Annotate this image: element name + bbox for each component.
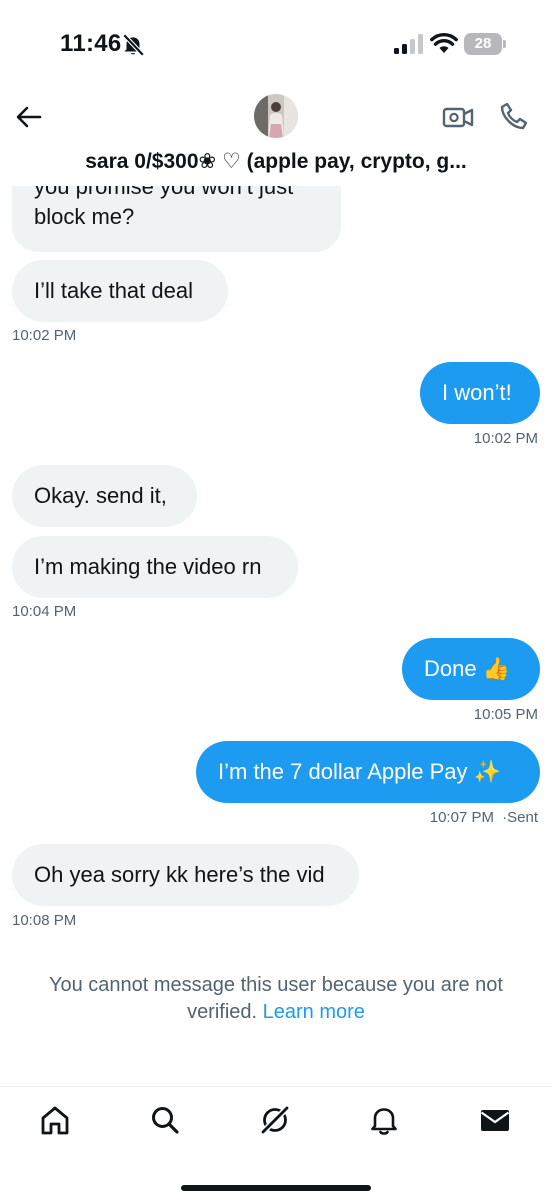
message-bubble-incoming[interactable]: I’ll take that deal: [12, 260, 228, 322]
signal-icon: [394, 34, 423, 54]
message-timestamp: 10:08 PM: [12, 912, 77, 929]
message-bubble-outgoing[interactable]: Done 👍: [402, 638, 540, 700]
message-bubble-outgoing[interactable]: I won’t!: [420, 362, 540, 424]
message-line: you promise you won’t just: [34, 186, 294, 199]
contact-name[interactable]: sara 0/$300❀ ♡ (apple pay, crypto, g...: [0, 149, 552, 174]
learn-more-link[interactable]: Learn more: [263, 1001, 365, 1023]
message-time: 10:07 PM: [429, 809, 494, 826]
message-bubble-incoming[interactable]: you promise you won’t just block me?: [12, 186, 341, 252]
wifi-icon: [430, 32, 458, 53]
search-icon[interactable]: [148, 1103, 182, 1137]
message-status: ·Sent: [502, 809, 538, 826]
message-timestamp: 10:02 PM: [12, 327, 77, 344]
messages-icon[interactable]: [478, 1103, 512, 1137]
grok-icon[interactable]: [258, 1103, 292, 1137]
message-timestamp: 10:04 PM: [12, 603, 77, 620]
message-bubble-incoming[interactable]: I’m making the video rn: [12, 536, 298, 598]
video-call-icon[interactable]: [440, 100, 476, 134]
conversation-header: sara 0/$300❀ ♡ (apple pay, crypto, g...: [0, 92, 552, 186]
cannot-message-notice: You cannot message this user because you…: [20, 972, 532, 1026]
home-icon[interactable]: [38, 1103, 72, 1137]
back-arrow-icon[interactable]: [12, 100, 46, 134]
message-timestamp: 10:05 PM: [473, 706, 538, 723]
avatar[interactable]: [254, 94, 298, 138]
avatar-photo: [254, 94, 298, 138]
message-timestamp: 10:02 PM: [473, 430, 538, 447]
battery-tip: [503, 40, 506, 48]
phone-icon[interactable]: [498, 99, 530, 133]
message-bubble-outgoing[interactable]: I’m the 7 dollar Apple Pay ✨: [196, 741, 540, 803]
notifications-icon[interactable]: [367, 1103, 401, 1137]
battery-level: 28: [474, 35, 492, 52]
message-line: block me?: [34, 204, 135, 229]
message-timestamp: 10:07 PM ·Sent: [430, 809, 538, 826]
message-bubble-incoming[interactable]: Oh yea sorry kk here’s the vid: [12, 844, 359, 906]
status-bar: 11:46 28: [0, 0, 552, 92]
message-bubble-incoming[interactable]: Okay. send it,: [12, 465, 197, 527]
status-time: 11:46: [60, 30, 122, 57]
battery-icon: 28: [464, 33, 508, 55]
message-thread[interactable]: you promise you won’t just block me? I’l…: [0, 186, 552, 1086]
home-indicator: [181, 1185, 371, 1191]
bottom-navigation: [0, 1086, 552, 1200]
bell-off-icon: [122, 33, 145, 57]
